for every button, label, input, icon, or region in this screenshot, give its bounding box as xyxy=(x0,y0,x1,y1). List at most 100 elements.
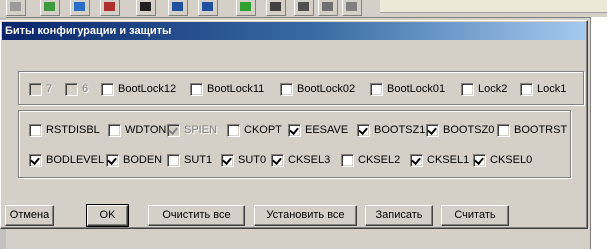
checkbox-boden[interactable]: BODEN xyxy=(106,152,162,168)
checkbox-label: BOOTRST xyxy=(514,124,568,136)
toolbar-icon xyxy=(10,2,21,11)
checkbox-box[interactable] xyxy=(106,153,119,167)
toolbar-button[interactable] xyxy=(6,0,26,16)
checkbox-bootlock02[interactable]: BootLock02 xyxy=(280,81,355,97)
checkbox-label: EESAVE xyxy=(305,124,349,136)
checkbox-bootlock12[interactable]: BootLock12 xyxy=(101,81,176,97)
checkbox-cksel0[interactable]: CKSEL0 xyxy=(473,152,532,168)
read-button[interactable]: Считать xyxy=(441,205,509,226)
checkbox-6: 6 xyxy=(65,81,88,97)
checkbox-box xyxy=(65,82,78,96)
checkmark-icon xyxy=(411,154,421,165)
checkbox-label: CKSEL0 xyxy=(490,154,533,166)
checkbox-lock2[interactable]: Lock2 xyxy=(461,81,507,97)
checkbox-box[interactable] xyxy=(221,153,234,167)
checkbox-label: CKSEL3 xyxy=(288,154,331,166)
checkbox-label: BootLock12 xyxy=(118,83,177,95)
toolbar-button[interactable] xyxy=(136,0,156,16)
checkbox-box[interactable] xyxy=(167,153,180,167)
checkbox-lock1[interactable]: Lock1 xyxy=(520,81,566,97)
toolbar-button[interactable] xyxy=(168,0,188,16)
checkbox-bootsz1[interactable]: BOOTSZ1 xyxy=(357,122,425,138)
toolbar-icon xyxy=(172,2,183,11)
checkbox-ckopt[interactable]: CKOPT xyxy=(227,122,282,138)
checkbox-box[interactable] xyxy=(280,82,293,96)
checkbox-label: BootLock02 xyxy=(297,83,356,95)
checkbox-label: BODEN xyxy=(123,154,163,166)
checkbox-box[interactable] xyxy=(461,82,474,96)
checkbox-label: SPIEN xyxy=(184,124,218,136)
checkbox-label: SUT1 xyxy=(184,154,213,166)
checkbox-box[interactable] xyxy=(426,123,439,137)
cancel-button[interactable]: Отмена xyxy=(5,205,54,226)
checkbox-7: 7 xyxy=(29,81,52,97)
toolbar-button[interactable] xyxy=(40,0,60,16)
checkbox-label: CKOPT xyxy=(244,124,282,136)
toolbar-icon xyxy=(298,2,309,11)
toolbar-icon xyxy=(140,2,151,11)
checkbox-cksel1[interactable]: CKSEL1 xyxy=(410,152,469,168)
checkbox-label: BOOTSZ1 xyxy=(374,124,426,136)
checkbox-box[interactable] xyxy=(227,123,240,137)
checkbox-bootsz0[interactable]: BOOTSZ0 xyxy=(426,122,494,138)
checkmark-icon xyxy=(107,154,117,165)
set-all-button[interactable]: Установить все xyxy=(254,205,357,226)
checkbox-box[interactable] xyxy=(520,82,533,96)
background-right-panel xyxy=(590,17,607,249)
checkbox-label: BootLock01 xyxy=(387,83,446,95)
toolbar-button[interactable] xyxy=(198,0,218,16)
checkbox-box[interactable] xyxy=(473,153,486,167)
checkbox-box[interactable] xyxy=(288,123,301,137)
toolbar-button[interactable] xyxy=(294,0,314,16)
checkbox-box[interactable] xyxy=(29,153,42,167)
toolbar-button[interactable] xyxy=(100,0,120,16)
toolbar-button[interactable] xyxy=(318,0,338,16)
checkbox-wdton[interactable]: WDTON xyxy=(108,122,166,138)
checkbox-rstdisbl[interactable]: RSTDISBL xyxy=(29,122,100,138)
checkbox-box[interactable] xyxy=(497,123,510,137)
toolbar-button[interactable] xyxy=(266,0,286,16)
checkbox-box[interactable] xyxy=(410,153,423,167)
toolbar-icon xyxy=(104,2,115,11)
checkbox-box[interactable] xyxy=(29,123,42,137)
magnifier-icon xyxy=(322,2,333,11)
toolbar-icon xyxy=(202,2,213,11)
write-button[interactable]: Записать xyxy=(365,205,433,226)
checkbox-cksel2[interactable]: CKSEL2 xyxy=(341,152,400,168)
checkbox-spien: SPIEN xyxy=(167,122,217,138)
checkbox-box[interactable] xyxy=(108,123,121,137)
checkbox-sut0[interactable]: SUT0 xyxy=(221,152,266,168)
toolbar-button[interactable] xyxy=(342,0,362,16)
checkmark-icon xyxy=(222,154,232,165)
checkmark-icon xyxy=(30,154,40,165)
dialog-title[interactable]: Биты конфигурации и защиты xyxy=(2,22,586,40)
checkmark-icon xyxy=(272,154,282,165)
checkmark-icon xyxy=(168,124,178,135)
checkbox-box xyxy=(29,82,42,96)
checkbox-sut1[interactable]: SUT1 xyxy=(167,152,212,168)
checkbox-box[interactable] xyxy=(357,123,370,137)
checkbox-box[interactable] xyxy=(101,82,114,96)
checkbox-eesave[interactable]: EESAVE xyxy=(288,122,348,138)
checkbox-box[interactable] xyxy=(190,82,203,96)
checkbox-label: BootLock11 xyxy=(207,83,265,95)
checkbox-bodlevel[interactable]: BODLEVEL xyxy=(29,152,104,168)
checkbox-bootrst[interactable]: BOOTRST xyxy=(497,122,567,138)
checkbox-box[interactable] xyxy=(341,153,354,167)
background-strip xyxy=(380,0,607,13)
checkbox-label: RSTDISBL xyxy=(46,124,100,136)
checkbox-label: BODLEVEL xyxy=(46,154,105,166)
clear-all-button[interactable]: Очистить все xyxy=(148,205,245,226)
checkbox-bootlock01[interactable]: BootLock01 xyxy=(370,81,445,97)
toolbar-button[interactable] xyxy=(70,0,90,16)
checkbox-label: WDTON xyxy=(125,124,167,136)
checkbox-bootlock11[interactable]: BootLock11 xyxy=(190,81,264,97)
toolbar-icon xyxy=(270,2,281,11)
toolbar-icon xyxy=(74,2,85,11)
checkbox-label: SUT0 xyxy=(238,154,267,166)
checkbox-box[interactable] xyxy=(271,153,284,167)
checkbox-cksel3[interactable]: CKSEL3 xyxy=(271,152,330,168)
toolbar-button[interactable] xyxy=(236,0,256,16)
ok-button[interactable]: OK xyxy=(86,204,129,227)
checkbox-box[interactable] xyxy=(370,82,383,96)
